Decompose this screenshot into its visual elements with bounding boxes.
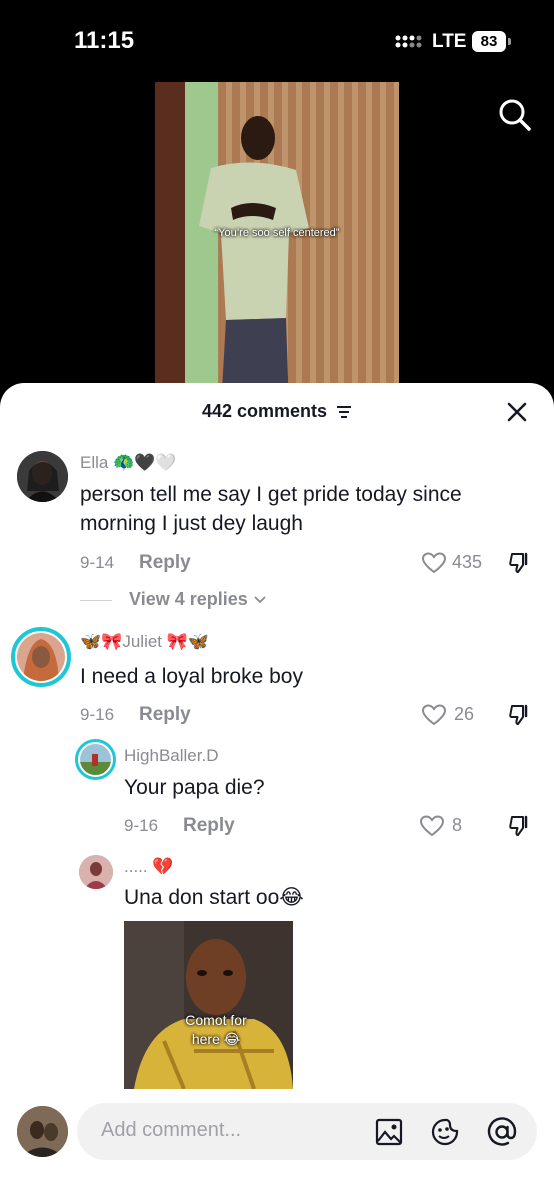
reply-text: Your papa die? <box>124 776 265 799</box>
comment-input-bar: Add comment... <box>0 1098 554 1200</box>
comments-header: 442 comments <box>0 401 554 422</box>
search-icon[interactable] <box>496 96 534 134</box>
comment-date: 9-14 <box>80 553 115 572</box>
comment-date: 9-16 <box>80 705 115 724</box>
thumbs-down-icon[interactable] <box>508 814 532 838</box>
thumbs-down-icon[interactable] <box>508 703 532 727</box>
reply-date: 9-16 <box>124 816 159 835</box>
reply-text: Una don start oo😂 <box>124 886 304 909</box>
heart-outline-icon[interactable] <box>422 704 446 726</box>
my-avatar <box>17 1106 68 1157</box>
comment-username[interactable]: 🦋🎀Juliet 🎀🦋 <box>80 632 209 652</box>
reply-username[interactable]: ..... 💔 <box>124 857 174 877</box>
sort-icon[interactable] <box>336 405 352 419</box>
comment-input[interactable]: Add comment... <box>77 1103 537 1160</box>
comments-sheet: 442 comments Ella 🦚🖤🤍 person tell me say… <box>0 383 554 1200</box>
view-replies-label: View 4 replies <box>129 589 248 609</box>
comment-username[interactable]: Ella 🦚🖤🤍 <box>80 453 177 473</box>
view-replies-button[interactable]: View 4 replies <box>80 589 267 610</box>
video-player[interactable]: “You’re soo self centered” <box>155 82 399 392</box>
heart-outline-icon[interactable] <box>420 815 444 837</box>
network-type: LTE <box>432 31 467 52</box>
avatar[interactable] <box>79 855 113 889</box>
battery-icon: 83 <box>472 31 511 52</box>
comment-text: person tell me say I get pride today sin… <box>80 483 462 535</box>
reply-button[interactable]: Reply <box>183 815 235 837</box>
gif-caption: Comot for here 😂 <box>185 1012 247 1047</box>
image-icon[interactable] <box>374 1117 404 1147</box>
video-person <box>199 116 309 392</box>
comment-text: I need a loyal broke boy <box>80 665 303 688</box>
gif-image <box>124 921 293 1089</box>
status-time: 11:15 <box>74 27 135 54</box>
close-icon[interactable] <box>506 401 528 423</box>
chevron-down-icon <box>254 596 266 604</box>
like-count: 435 <box>452 552 483 572</box>
reply-username[interactable]: HighBaller.D <box>124 746 219 766</box>
avatar[interactable] <box>75 739 116 780</box>
at-icon[interactable] <box>487 1117 517 1147</box>
comments-count: 442 comments <box>201 401 328 421</box>
avatar-image <box>17 1106 68 1157</box>
signal-icon <box>395 35 422 48</box>
gif-attachment[interactable]: Comot for here 😂 <box>124 921 293 1089</box>
avatar[interactable] <box>11 627 71 687</box>
heart-outline-icon[interactable] <box>422 552 446 574</box>
status-bar: 11:15 LTE 83 <box>0 0 554 82</box>
avatar-image <box>80 744 111 775</box>
divider-line <box>80 599 112 601</box>
reply-button[interactable]: Reply <box>139 704 191 726</box>
avatar-image <box>17 451 68 502</box>
thumbs-down-icon[interactable] <box>508 551 532 575</box>
video-caption: “You’re soo self centered” <box>214 227 340 239</box>
comment-input-placeholder: Add comment... <box>101 1119 242 1141</box>
reply-button[interactable]: Reply <box>139 552 191 574</box>
like-count: 26 <box>454 704 475 724</box>
avatar[interactable] <box>17 451 68 502</box>
emoji-icon[interactable] <box>430 1117 460 1147</box>
avatar-image <box>79 855 113 889</box>
avatar-image <box>17 633 65 681</box>
like-count: 8 <box>452 815 463 835</box>
